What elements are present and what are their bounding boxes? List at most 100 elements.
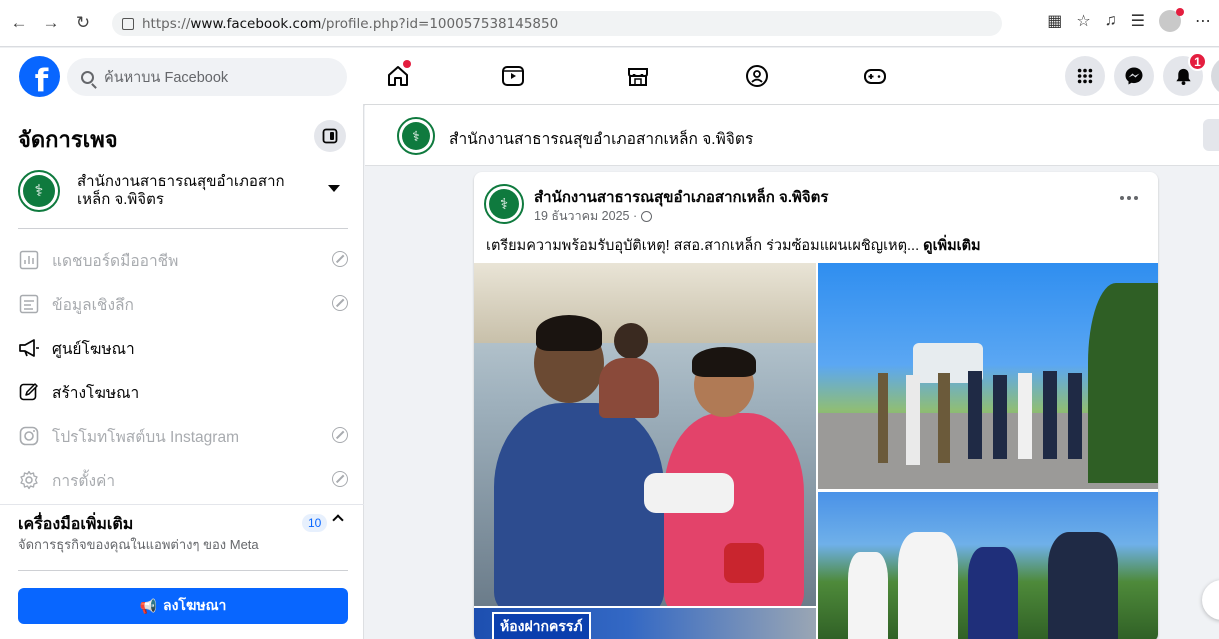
divider xyxy=(0,504,364,505)
photo-person xyxy=(1048,532,1118,639)
sidebar-item-label: โปรโมทโพสต์บน Instagram xyxy=(52,428,239,446)
post-date-text: 19 ธันวาคม 2025 · xyxy=(534,209,638,223)
sidebar-item-settings[interactable]: การตั้งค่า xyxy=(18,460,348,500)
favorites-list-icon[interactable]: ☰ xyxy=(1131,11,1145,31)
post-author-avatar[interactable]: ⚕ xyxy=(484,184,524,224)
read-aloud-icon[interactable]: ♫ xyxy=(1105,12,1117,30)
caret-down-icon xyxy=(328,185,340,192)
photo-bandage xyxy=(644,473,734,513)
sidebar-item-insights[interactable]: ข้อมูลเชิงลึก xyxy=(18,284,348,324)
notification-badge: 1 xyxy=(1188,52,1207,71)
megaphone-icon xyxy=(18,337,40,359)
photo-person xyxy=(993,375,1007,459)
scroll-edge-button[interactable] xyxy=(1202,580,1219,620)
groups-icon xyxy=(746,65,768,87)
post-card: ⚕ สำนักงานสาธารณสุขอำเภอสากเหล็ก จ.พิจิต… xyxy=(474,172,1158,639)
promote-button-label: ลงโฆษณา xyxy=(163,597,227,613)
photo-sign-text: ห้องฝากครรภ์ xyxy=(492,612,591,639)
post-text: เตรียมความพร้อมรับอุบัติเหตุ! สสอ.สากเหล… xyxy=(486,238,920,254)
header-action-button[interactable] xyxy=(1203,119,1219,151)
url-prefix: https:// xyxy=(142,15,191,32)
chevron-up-icon[interactable] xyxy=(332,514,344,526)
sidebar-item-label: แดชบอร์ดมืออาชีพ xyxy=(52,252,179,270)
home-tab[interactable] xyxy=(380,58,416,94)
grid-menu-icon xyxy=(1077,68,1093,84)
messenger-button[interactable] xyxy=(1114,56,1154,96)
url-domain: www.facebook.com xyxy=(190,15,322,32)
page-header: ⚕ สำนักงานสาธารณสุขอำเภอสากเหล็ก จ.พิจิต… xyxy=(365,105,1219,166)
sidebar-item-ad-center[interactable]: ศูนย์โฆษณา xyxy=(18,328,348,368)
page-logo-icon[interactable]: ⚕ xyxy=(397,117,435,155)
edit-icon xyxy=(18,381,40,403)
menu-button[interactable] xyxy=(1065,56,1105,96)
post-body: เตรียมความพร้อมรับอุบัติเหตุ! สสอ.สากเหล… xyxy=(486,234,981,257)
bell-icon xyxy=(1175,68,1191,85)
disabled-icon xyxy=(332,471,348,487)
sidebar-item-create-ad[interactable]: สร้างโฆษณา xyxy=(18,372,348,412)
disabled-icon xyxy=(332,295,348,311)
divider xyxy=(18,570,348,571)
facebook-search-input[interactable]: ค้นหาบน Facebook xyxy=(67,58,347,96)
video-icon xyxy=(502,66,524,86)
more-tools-count-badge: 10 xyxy=(302,514,328,532)
gaming-icon xyxy=(864,69,886,84)
post-photo-1[interactable] xyxy=(474,263,816,606)
dot xyxy=(1120,196,1124,200)
video-tab[interactable] xyxy=(495,58,531,94)
instagram-icon xyxy=(18,425,40,447)
disabled-icon xyxy=(332,251,348,267)
sidebar-page-name: สำนักงานสาธารณสุขอำเภอสากเหล็ก จ.พิจิตร xyxy=(77,173,285,208)
post-photo-2[interactable] xyxy=(818,263,1158,489)
photo-person xyxy=(968,547,1018,639)
lock-icon xyxy=(122,17,134,30)
forward-button[interactable]: → xyxy=(38,10,64,36)
post-photo-4[interactable]: ห้องฝากครรภ์ xyxy=(474,608,816,639)
photo-person xyxy=(1043,371,1057,459)
sidebar-item-label: ข้อมูลเชิงลึก xyxy=(52,296,134,314)
address-bar[interactable]: https://www.facebook.com/profile.php?id=… xyxy=(112,11,1002,36)
account-avatar[interactable] xyxy=(1211,56,1219,96)
browser-toolbar: ← → ↻ https://www.facebook.com/profile.p… xyxy=(0,0,1219,47)
photo-person xyxy=(848,552,888,639)
groups-tab[interactable] xyxy=(739,58,775,94)
promote-button[interactable]: 📢 ลงโฆษณา xyxy=(18,588,348,624)
photo-tree xyxy=(1088,283,1158,483)
photo-person-hair xyxy=(536,315,602,351)
manage-page-sidebar: จัดการเพจ ⚕ สำนักงานสาธารณสุขอำเภอสากเหล… xyxy=(0,104,364,639)
back-button[interactable]: ← xyxy=(6,10,32,36)
post-photo-3[interactable] xyxy=(818,492,1158,639)
photo-person-head xyxy=(614,323,648,359)
globe-icon xyxy=(641,210,653,222)
photo-person xyxy=(938,373,950,463)
dashboard-icon xyxy=(18,249,40,271)
refresh-button[interactable]: ↻ xyxy=(70,10,96,36)
photo-person xyxy=(906,375,920,465)
dot xyxy=(1134,196,1138,200)
photo-person xyxy=(1068,373,1082,459)
photo-person xyxy=(494,403,664,606)
gaming-tab[interactable] xyxy=(857,58,893,94)
post-timestamp[interactable]: 19 ธันวาคม 2025 · xyxy=(534,206,653,226)
page-switcher[interactable]: ⚕ สำนักงานสาธารณสุขอำเภอสากเหล็ก จ.พิจิต… xyxy=(18,166,348,216)
notifications-button[interactable]: 1 xyxy=(1163,52,1207,96)
post-options-button[interactable] xyxy=(1120,196,1138,200)
split-screen-icon[interactable]: ▦ xyxy=(1047,11,1062,31)
sidebar-item-dashboard[interactable]: แดชบอร์ดมืออาชีพ xyxy=(18,240,348,280)
see-more-link[interactable]: ดูเพิ่มเติม xyxy=(923,238,980,254)
browser-profile-avatar[interactable] xyxy=(1159,8,1184,32)
favorite-star-icon[interactable]: ☆ xyxy=(1076,11,1090,31)
gear-icon xyxy=(18,469,40,491)
panel-toggle-icon xyxy=(322,128,338,144)
facebook-logo-icon[interactable]: f xyxy=(19,56,60,97)
sidebar-item-instagram[interactable]: โปรโมทโพสต์บน Instagram xyxy=(18,416,348,456)
disabled-icon xyxy=(332,427,348,443)
facebook-header: f ค้นหาบน Facebook 1 xyxy=(0,48,1219,104)
megaphone-icon: 📢 xyxy=(139,597,158,614)
photo-person xyxy=(898,532,958,639)
photo-prop xyxy=(724,543,764,583)
marketplace-tab[interactable] xyxy=(620,58,656,94)
page-header-name[interactable]: สำนักงานสาธารณสุขอำเภอสากเหล็ก จ.พิจิตร xyxy=(449,126,753,151)
browser-menu-icon[interactable]: ⋯ xyxy=(1195,11,1211,31)
photo-person xyxy=(599,358,659,418)
sidebar-collapse-button[interactable] xyxy=(314,120,346,152)
